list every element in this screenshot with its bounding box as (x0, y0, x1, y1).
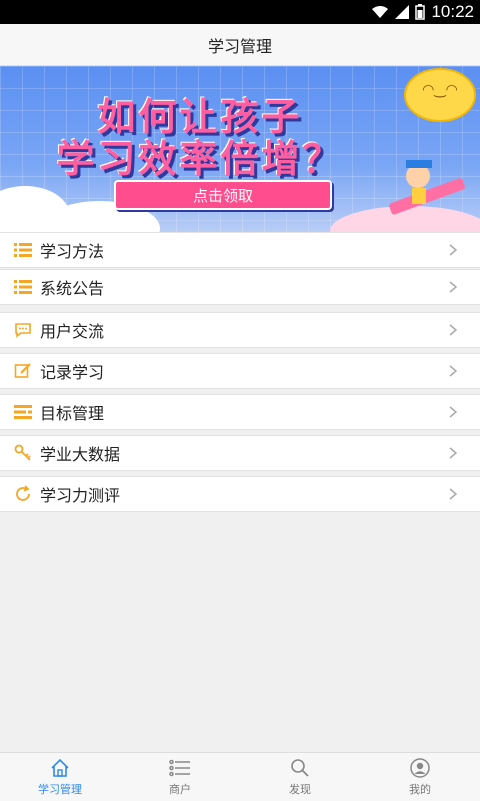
kid-on-pencil-illustration (389, 160, 465, 215)
menu-item-label: 目标管理 (40, 404, 105, 423)
tab-mine[interactable]: 我的 (360, 753, 480, 801)
promo-banner[interactable]: ◠‿◠ 如何让孩子 学习效率倍增？ 点击领取 (0, 66, 480, 232)
tab-label: 我的 (409, 783, 431, 796)
status-bar: 10:22 (0, 0, 480, 24)
chevron-right-icon (444, 324, 462, 336)
menu-item-announcements[interactable]: 系统公告 (0, 269, 480, 305)
menu-item-label: 系统公告 (40, 279, 105, 298)
target-list-icon (14, 403, 32, 421)
menu-item-learning-assessment[interactable]: 学习力测评 (0, 476, 480, 512)
tab-label: 学习管理 (38, 783, 82, 796)
wifi-icon (371, 5, 389, 19)
chat-icon (14, 321, 32, 339)
menu-item-label: 记录学习 (40, 363, 105, 382)
menu-item-study-methods[interactable]: 学习方法 (0, 232, 480, 268)
menu-item-label: 用户交流 (40, 322, 105, 341)
list-icon (14, 278, 32, 296)
search-icon (290, 757, 310, 779)
chevron-right-icon (444, 406, 462, 418)
menu-item-label: 学习方法 (40, 242, 105, 261)
menu-item-label: 学习力测评 (40, 486, 121, 505)
edit-icon (14, 362, 32, 380)
tab-label: 商户 (169, 783, 191, 796)
tab-merchants[interactable]: 商户 (120, 753, 240, 801)
signal-icon (395, 5, 410, 19)
home-icon (50, 757, 70, 779)
user-icon (410, 757, 430, 779)
menu-item-user-exchange[interactable]: 用户交流 (0, 312, 480, 348)
chevron-right-icon (444, 281, 462, 293)
list-icon (169, 757, 191, 779)
battery-icon (415, 4, 426, 20)
banner-cta-button[interactable]: 点击领取 (114, 180, 332, 210)
chevron-right-icon (444, 244, 462, 256)
list-icon (14, 241, 32, 259)
menu-item-goal-management[interactable]: 目标管理 (0, 394, 480, 430)
chevron-right-icon (444, 365, 462, 377)
chevron-right-icon (444, 488, 462, 500)
menu-item-academic-big-data[interactable]: 学业大数据 (0, 435, 480, 471)
tab-study-management[interactable]: 学习管理 (0, 753, 120, 801)
chevron-right-icon (444, 447, 462, 459)
banner-headline-2: 学习效率倍增？ (56, 137, 344, 181)
tab-label: 发现 (289, 783, 311, 796)
menu-item-record-study[interactable]: 记录学习 (0, 353, 480, 389)
menu-item-label: 学业大数据 (40, 445, 121, 464)
bottom-tab-bar: 学习管理 商户 发现 我的 (0, 752, 480, 801)
tab-discover[interactable]: 发现 (240, 753, 360, 801)
status-time: 10:22 (431, 2, 474, 21)
page-title: 学习管理 (0, 24, 480, 66)
key-icon (14, 444, 32, 462)
refresh-icon (14, 485, 32, 503)
